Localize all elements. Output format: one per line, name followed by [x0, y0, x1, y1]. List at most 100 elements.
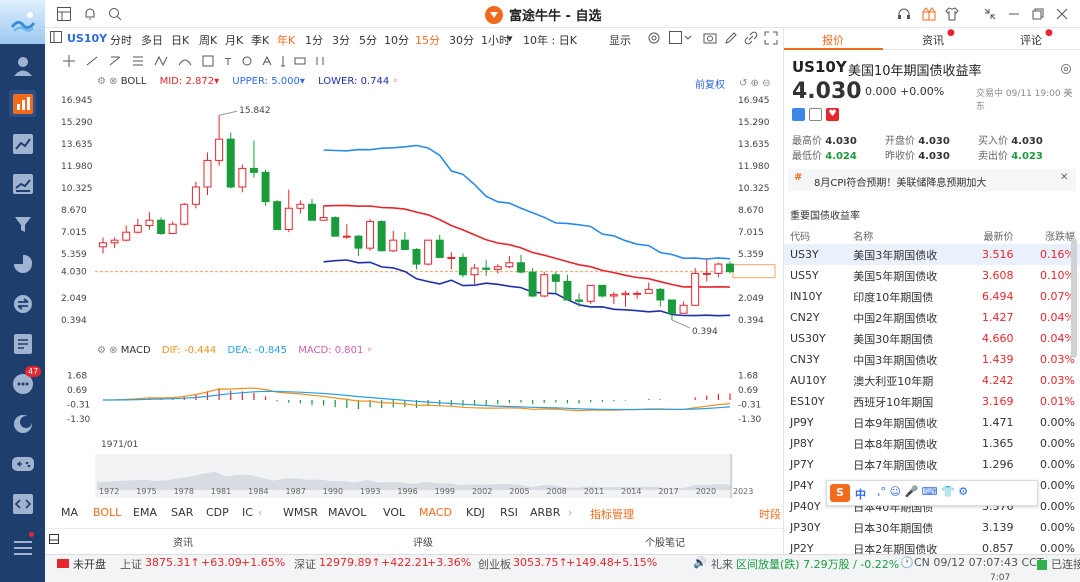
tab-comments[interactable]: 评论: [1020, 32, 1042, 48]
candle[interactable]: [261, 169, 270, 206]
indicator-manage[interactable]: 指标管理: [590, 506, 634, 522]
candle[interactable]: [691, 268, 700, 306]
bond-row[interactable]: JP9Y 日本9年期国债收 1.471 0.00%: [784, 412, 1080, 433]
app-logo[interactable]: [0, 0, 45, 44]
indicator-tab-0[interactable]: MA: [61, 506, 78, 519]
timeframe-1[interactable]: 多日: [141, 32, 163, 48]
candle[interactable]: [366, 218, 375, 251]
period-select[interactable]: 10年 : 日K: [523, 32, 577, 48]
candle[interactable]: [505, 256, 514, 269]
subtab-notes[interactable]: 个股笔记: [645, 534, 685, 549]
candle[interactable]: [215, 115, 224, 166]
table-scrollbar[interactable]: [1071, 238, 1077, 358]
tag-icon[interactable]: [792, 108, 805, 121]
bond-row[interactable]: JP7Y 日本7年期国债收 1.296 0.00%: [784, 454, 1080, 475]
gift-icon[interactable]: [922, 6, 938, 22]
candle[interactable]: [633, 290, 642, 299]
candle[interactable]: [110, 237, 119, 249]
candle[interactable]: [273, 200, 282, 231]
candle[interactable]: [296, 200, 305, 214]
subtab-rating[interactable]: 评级: [413, 534, 433, 549]
status-gift[interactable]: 礼来: [711, 556, 733, 572]
candle[interactable]: [621, 290, 630, 307]
candle[interactable]: [702, 258, 711, 282]
indicator-tab-1[interactable]: BOLL: [93, 506, 121, 519]
candle[interactable]: [308, 198, 316, 221]
bond-row[interactable]: JP30Y 日本30年期国债 3.139 0.00%: [784, 517, 1080, 538]
settings-icon[interactable]: [647, 31, 661, 48]
candlestick-chart[interactable]: 16.945 16.945 15.290 15.290 13.635 13.635 11.9…: [45, 72, 783, 344]
news-close-icon[interactable]: ✕: [1060, 172, 1068, 183]
macd-chart[interactable]: 1.68 1.68 0.69 0.69 -0.31 -0.31 -1.30 -1.30: [45, 344, 783, 454]
edit-icon[interactable]: [724, 31, 738, 48]
header-code[interactable]: 代码: [784, 226, 847, 244]
link-icon[interactable]: [744, 31, 758, 48]
bond-row[interactable]: JP8Y 日本8年期国债收 1.365 0.00%: [784, 433, 1080, 454]
sh-label[interactable]: 上证: [120, 556, 142, 572]
candle[interactable]: [424, 239, 433, 266]
indicator-tab-3[interactable]: SAR: [171, 506, 193, 519]
candle[interactable]: [319, 205, 328, 221]
candle[interactable]: [586, 284, 595, 304]
shirt-icon[interactable]: [945, 6, 961, 22]
game-icon[interactable]: [9, 450, 36, 477]
candle[interactable]: [377, 220, 386, 252]
filter-icon[interactable]: [9, 210, 36, 237]
candle[interactable]: [656, 288, 665, 307]
code-icon[interactable]: [9, 490, 36, 517]
news-banner[interactable]: # 8月CPI符合预期！美联储降息预期加大 ✕: [788, 169, 1076, 191]
candle[interactable]: [145, 212, 154, 230]
timeframe-6[interactable]: 年K: [277, 32, 295, 48]
candle[interactable]: [168, 221, 177, 235]
tab-prev-icon[interactable]: ‹: [258, 506, 262, 519]
restore-icon[interactable]: [1031, 6, 1047, 22]
timeframe-8[interactable]: 3分: [332, 32, 350, 48]
bell-icon[interactable]: [83, 6, 99, 22]
candle[interactable]: [714, 262, 723, 278]
indicator-tab-8[interactable]: VOL: [383, 506, 405, 519]
candle[interactable]: [644, 282, 653, 294]
candle[interactable]: [540, 272, 549, 298]
candle[interactable]: [412, 248, 421, 270]
layout-icon[interactable]: [50, 31, 62, 46]
swap-icon[interactable]: [9, 290, 36, 317]
volume-icon[interactable]: 🔊: [693, 556, 707, 569]
bond-row[interactable]: US5Y 美国5年期国债收 3.608 0.10%: [784, 265, 1080, 286]
candle[interactable]: [99, 237, 107, 254]
search-icon[interactable]: [108, 6, 124, 22]
candle[interactable]: [470, 264, 479, 285]
candle[interactable]: [180, 202, 189, 226]
minimize-icon[interactable]: [1007, 6, 1023, 22]
timeframe-dropdown-icon[interactable]: ▾: [507, 32, 513, 45]
message-icon[interactable]: 47: [9, 366, 42, 397]
quote-settings-icon[interactable]: [1060, 60, 1072, 79]
candle[interactable]: [447, 252, 456, 270]
indicator-tab-9[interactable]: MACD: [419, 506, 452, 519]
timeframe-10[interactable]: 10分: [384, 32, 409, 48]
indicator-tab-7[interactable]: MAVOL: [328, 506, 366, 519]
moon-icon[interactable]: [9, 410, 36, 437]
indicator-tab-12[interactable]: ARBR: [530, 506, 560, 519]
indicator-tab-2[interactable]: EMA: [133, 506, 157, 519]
candle[interactable]: [458, 253, 467, 278]
candle[interactable]: [528, 268, 537, 298]
candle[interactable]: [284, 189, 293, 233]
timeframe-0[interactable]: 分时: [110, 32, 132, 48]
candle[interactable]: [726, 261, 734, 274]
candle[interactable]: [122, 225, 131, 242]
candle[interactable]: [667, 299, 676, 320]
bond-row[interactable]: US3Y 美国3年期国债收 3.516 0.16%: [784, 244, 1080, 265]
candle[interactable]: [203, 152, 212, 195]
header-name[interactable]: 名称: [847, 226, 962, 244]
period-tab[interactable]: 时段: [759, 506, 781, 522]
document-icon[interactable]: [9, 330, 36, 357]
timeframe-4[interactable]: 月K: [225, 32, 243, 48]
indicator-tab-4[interactable]: CDP: [206, 506, 229, 519]
tab-next-icon[interactable]: ›: [568, 506, 572, 519]
timeframe-2[interactable]: 日K: [171, 32, 189, 48]
timeframe-9[interactable]: 5分: [359, 32, 377, 48]
timeframe-11[interactable]: 15分: [415, 32, 440, 48]
cy-value[interactable]: 3053.75↑: [513, 556, 568, 569]
candle[interactable]: [342, 224, 351, 239]
timeframe-5[interactable]: 季K: [251, 32, 269, 48]
